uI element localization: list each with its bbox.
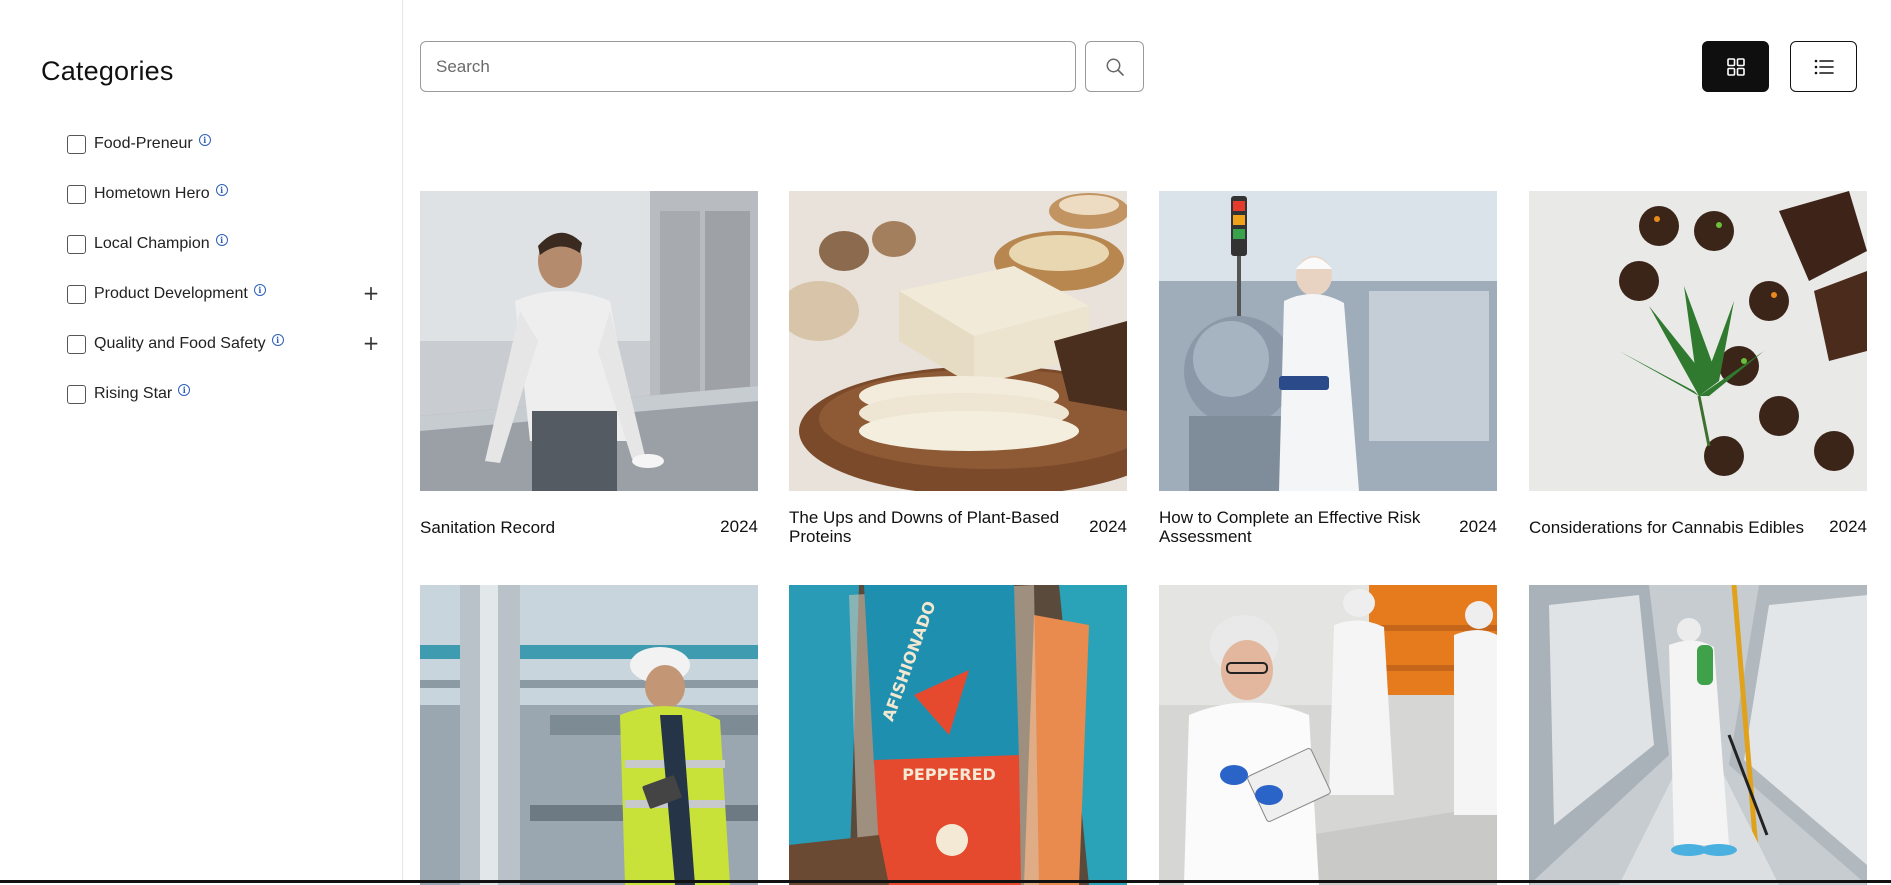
grid-view-icon bbox=[1726, 57, 1745, 76]
article-card-plant-based-proteins[interactable]: The Ups and Downs of Plant-Based Protein… bbox=[789, 191, 1127, 563]
card-image[interactable] bbox=[420, 191, 758, 491]
category-checkbox[interactable] bbox=[67, 284, 86, 304]
category-label: Quality and Food Safety bbox=[94, 335, 266, 352]
article-card-warehouse[interactable] bbox=[1529, 585, 1867, 885]
card-meta: How to Complete an Effective Risk Assess… bbox=[1159, 491, 1497, 563]
info-icon[interactable]: i bbox=[271, 334, 284, 346]
card-image[interactable] bbox=[1159, 585, 1497, 885]
list-view-icon bbox=[1814, 59, 1834, 74]
article-card-risk-assessment[interactable]: How to Complete an Effective Risk Assess… bbox=[1159, 191, 1497, 563]
card-meta: Considerations for Cannabis Edibles 2024 bbox=[1529, 491, 1867, 563]
category-item-hometown-hero[interactable]: Hometown Hero i bbox=[67, 169, 382, 219]
card-image[interactable] bbox=[1529, 191, 1867, 491]
categories-sidebar: Categories Food-Preneur i Hometown Hero … bbox=[0, 0, 403, 883]
category-label: Food-Preneur bbox=[94, 135, 193, 152]
categories-heading: Categories bbox=[41, 56, 174, 86]
card-image[interactable] bbox=[420, 585, 758, 885]
card-year: 2024 bbox=[1459, 517, 1497, 536]
info-icon[interactable]: i bbox=[215, 234, 228, 246]
category-checkbox[interactable] bbox=[67, 134, 86, 154]
card-title[interactable]: How to Complete an Effective Risk Assess… bbox=[1159, 508, 1441, 546]
card-year: 2024 bbox=[720, 517, 758, 536]
info-icon[interactable]: i bbox=[253, 284, 266, 296]
category-checkbox[interactable] bbox=[67, 334, 86, 354]
search-button[interactable] bbox=[1085, 41, 1144, 92]
category-checkbox[interactable] bbox=[67, 384, 86, 404]
info-icon[interactable]: i bbox=[198, 134, 211, 146]
category-checkbox[interactable] bbox=[67, 234, 86, 254]
search-input[interactable] bbox=[420, 41, 1076, 92]
info-icon[interactable]: i bbox=[215, 184, 228, 196]
category-label: Hometown Hero bbox=[94, 185, 210, 202]
category-checkbox[interactable] bbox=[67, 184, 86, 204]
card-image[interactable] bbox=[789, 191, 1127, 491]
category-item-local-champion[interactable]: Local Champion i bbox=[67, 219, 382, 269]
article-card-cannabis-edibles[interactable]: Considerations for Cannabis Edibles 2024 bbox=[1529, 191, 1867, 563]
card-image[interactable] bbox=[1529, 585, 1867, 885]
grid-view-button[interactable] bbox=[1702, 41, 1769, 92]
expand-plus-icon[interactable]: + bbox=[360, 332, 382, 354]
category-list: Food-Preneur i Hometown Hero i Local Cha… bbox=[67, 119, 382, 419]
card-title[interactable]: Considerations for Cannabis Edibles bbox=[1529, 518, 1804, 537]
list-view-button[interactable] bbox=[1790, 41, 1857, 92]
package-flavor-text: PEPPERED bbox=[902, 765, 996, 784]
article-card-sanitation-record[interactable]: Sanitation Record 2024 bbox=[420, 191, 758, 563]
category-item-quality-food-safety[interactable]: Quality and Food Safety i + bbox=[67, 319, 382, 369]
category-item-food-preneur[interactable]: Food-Preneur i bbox=[67, 119, 382, 169]
card-year: 2024 bbox=[1829, 517, 1867, 536]
category-label: Rising Star bbox=[94, 385, 173, 402]
article-card-inspectors[interactable] bbox=[1159, 585, 1497, 885]
article-card-smoked-salmon[interactable]: AFISHIONADO PEPPERED bbox=[789, 585, 1127, 885]
card-image[interactable] bbox=[1159, 191, 1497, 491]
card-meta: The Ups and Downs of Plant-Based Protein… bbox=[789, 491, 1127, 563]
card-title[interactable]: Sanitation Record bbox=[420, 518, 555, 537]
expand-plus-icon[interactable]: + bbox=[360, 282, 382, 304]
card-year: 2024 bbox=[1089, 517, 1127, 536]
article-card-engineer[interactable] bbox=[420, 585, 758, 885]
category-label: Product Development bbox=[94, 285, 248, 302]
card-meta: Sanitation Record 2024 bbox=[420, 491, 758, 563]
card-title[interactable]: The Ups and Downs of Plant-Based Protein… bbox=[789, 508, 1071, 546]
card-image[interactable]: AFISHIONADO PEPPERED bbox=[789, 585, 1127, 885]
info-icon[interactable]: i bbox=[178, 384, 191, 396]
category-item-product-development[interactable]: Product Development i + bbox=[67, 269, 382, 319]
category-label: Local Champion bbox=[94, 235, 210, 252]
category-item-rising-star[interactable]: Rising Star i bbox=[67, 369, 382, 419]
search-icon bbox=[1106, 58, 1124, 76]
